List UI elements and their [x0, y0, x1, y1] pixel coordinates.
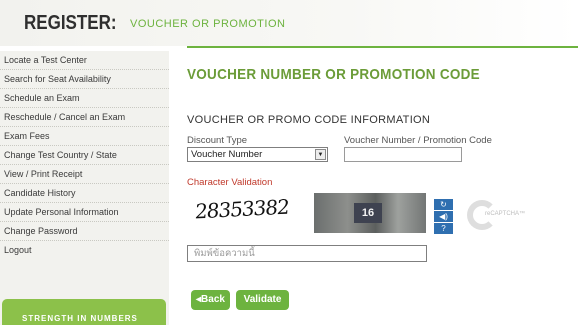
- help-icon[interactable]: ?: [434, 223, 453, 235]
- discount-type-label: Discount Type: [187, 135, 248, 146]
- character-validation-label: Character Validation: [187, 177, 273, 188]
- voucher-number-input[interactable]: [344, 147, 462, 162]
- discount-type-select[interactable]: Voucher Number ▼: [187, 147, 328, 162]
- captcha-controls: ↻ ◀) ?: [434, 199, 453, 237]
- sidebar-item-search-seat-availability[interactable]: Search for Seat Availability: [0, 70, 169, 89]
- header-divider: [187, 46, 578, 48]
- section-title: VOUCHER OR PROMO CODE INFORMATION: [187, 114, 431, 126]
- sidebar-item-change-password[interactable]: Change Password: [0, 222, 169, 241]
- captcha-answer-input[interactable]: พิมพ์ข้อความนี้: [187, 245, 427, 262]
- sidebar-item-exam-fees[interactable]: Exam Fees: [0, 127, 169, 146]
- sidebar-item-logout[interactable]: Logout: [0, 241, 169, 260]
- sidebar-item-candidate-history[interactable]: Candidate History: [0, 184, 169, 203]
- sidebar: Locate a Test Center Search for Seat Ava…: [0, 51, 169, 325]
- refresh-icon[interactable]: ↻: [434, 199, 453, 211]
- recaptcha-logo-text: reCAPTCHA™: [485, 211, 526, 217]
- captcha-photo: 16: [314, 193, 426, 233]
- promo-label: STRENGTH IN NUMBERS: [22, 314, 138, 323]
- captcha-image: 28353382 16: [187, 191, 427, 235]
- chevron-down-icon[interactable]: ▼: [315, 149, 326, 160]
- recaptcha-logo: reCAPTCHA™: [467, 200, 525, 230]
- sidebar-item-locate-test-center[interactable]: Locate a Test Center: [0, 51, 169, 70]
- sidebar-item-change-country[interactable]: Change Test Country / State: [0, 146, 169, 165]
- sidebar-item-schedule-exam[interactable]: Schedule an Exam: [0, 89, 169, 108]
- captcha-word-2: 16: [354, 203, 382, 223]
- audio-icon[interactable]: ◀): [434, 211, 453, 223]
- captcha-word-1: 28353382: [194, 194, 290, 224]
- page-title: VOUCHER NUMBER OR PROMOTION CODE: [187, 66, 480, 83]
- sidebar-item-reschedule-cancel[interactable]: Reschedule / Cancel an Exam: [0, 108, 169, 127]
- sidebar-item-view-print-receipt[interactable]: View / Print Receipt: [0, 165, 169, 184]
- back-button[interactable]: ◂Back: [191, 290, 230, 310]
- register-subtitle: VOUCHER OR PROMOTION: [130, 18, 286, 30]
- sidebar-item-update-personal-info[interactable]: Update Personal Information: [0, 203, 169, 222]
- voucher-number-label: Voucher Number / Promotion Code: [344, 135, 492, 146]
- page-header: REGISTER: VOUCHER OR PROMOTION: [0, 0, 578, 46]
- promo-banner: STRENGTH IN NUMBERS: [2, 299, 166, 325]
- discount-type-value: Voucher Number: [191, 149, 263, 160]
- register-title: REGISTER:: [24, 12, 117, 34]
- validate-button[interactable]: Validate: [236, 290, 289, 310]
